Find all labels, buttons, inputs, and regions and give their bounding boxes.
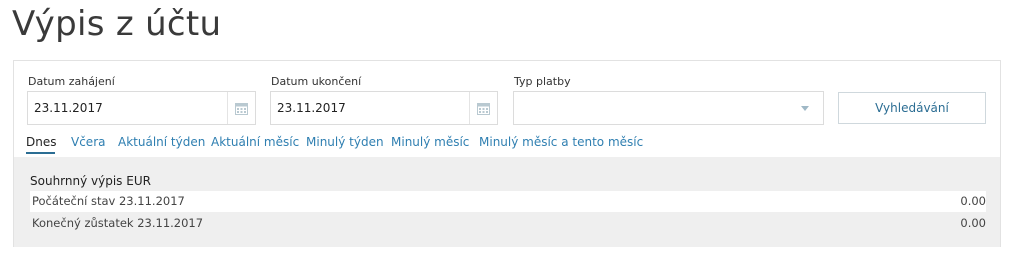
tab-current-week[interactable]: Aktuální týden <box>118 135 205 149</box>
tab-last-week[interactable]: Minulý týden <box>306 135 384 149</box>
row-amount: 0.00 <box>960 216 986 230</box>
start-date-field[interactable]: 23.11.2017 <box>27 91 256 125</box>
payment-type-label: Typ platby <box>514 75 571 88</box>
row-amount: 0.00 <box>960 194 986 208</box>
summary-title: Souhrnný výpis EUR <box>30 174 151 188</box>
active-tab-indicator <box>26 152 55 154</box>
row-label: Konečný zůstatek 23.11.2017 <box>32 216 204 230</box>
filter-panel: Datum zahájení 23.11.2017 Datum ukončení… <box>13 60 1001 247</box>
end-date-value: 23.11.2017 <box>277 101 346 115</box>
tab-last-and-current-month[interactable]: Minulý měsíc a tento měsíc <box>479 135 643 149</box>
start-date-value: 23.11.2017 <box>34 101 103 115</box>
summary-row: Počáteční stav 23.11.2017 0.00 <box>30 191 986 212</box>
period-tabs: Dnes Včera Aktuální týden Aktuální měsíc… <box>14 133 1000 157</box>
tab-yesterday[interactable]: Včera <box>71 135 105 149</box>
payment-type-select[interactable] <box>513 91 824 125</box>
chevron-down-icon <box>801 106 809 111</box>
calendar-icon[interactable] <box>469 92 497 124</box>
page-title: Výpis z účtu <box>12 4 222 44</box>
start-date-label: Datum zahájení <box>28 75 115 88</box>
end-date-field[interactable]: 23.11.2017 <box>270 91 498 125</box>
search-button[interactable]: Vyhledávání <box>838 92 986 124</box>
calendar-icon[interactable] <box>227 92 255 124</box>
end-date-label: Datum ukončení <box>271 75 362 88</box>
tab-last-month[interactable]: Minulý měsíc <box>391 135 469 149</box>
tab-current-month[interactable]: Aktuální měsíc <box>211 135 299 149</box>
row-label: Počáteční stav 23.11.2017 <box>32 194 185 208</box>
tab-today[interactable]: Dnes <box>26 135 56 149</box>
summary-row: Konečný zůstatek 23.11.2017 0.00 <box>30 213 986 234</box>
summary-section: Souhrnný výpis EUR Počáteční stav 23.11.… <box>14 157 1000 247</box>
